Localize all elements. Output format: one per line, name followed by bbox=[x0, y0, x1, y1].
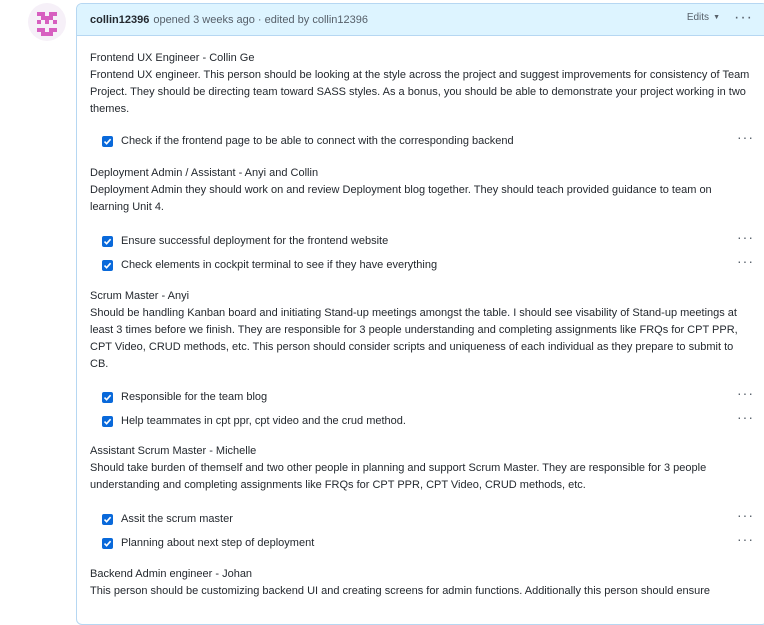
kebab-horizontal-icon[interactable]: ··· bbox=[734, 9, 753, 27]
task-list-item: Check elements in cockpit terminal to se… bbox=[102, 253, 753, 274]
role-title: Backend Admin engineer - Johan bbox=[90, 568, 253, 580]
role-description: Frontend UX engineer. This person should… bbox=[90, 69, 750, 115]
task-list-item: Check if the frontend page to be able to… bbox=[102, 129, 753, 150]
role-section: Assistant Scrum Master - Michelle Should … bbox=[90, 443, 750, 494]
role-title: Scrum Master - Anyi bbox=[90, 290, 190, 302]
task-label: Planning about next step of deployment bbox=[121, 536, 315, 549]
task-checkbox[interactable] bbox=[102, 415, 113, 427]
role-title: Assistant Scrum Master - Michelle bbox=[90, 445, 257, 457]
role-description: Should take burden of themself and two o… bbox=[90, 462, 707, 491]
role-description: Should be handling Kanban board and init… bbox=[90, 307, 738, 370]
comment-meta: opened 3 weeks ago · edited by collin123… bbox=[153, 13, 368, 26]
task-checkbox[interactable] bbox=[102, 235, 113, 247]
kebab-horizontal-icon[interactable]: ··· bbox=[737, 385, 754, 402]
kebab-horizontal-icon[interactable]: ··· bbox=[737, 229, 754, 246]
task-label: Help teammates in cpt ppr, cpt video and… bbox=[121, 414, 406, 427]
edits-label: Edits bbox=[686, 12, 710, 23]
issue-comment: collin12396 opened 3 weeks ago · edited … bbox=[76, 3, 764, 625]
kebab-horizontal-icon[interactable]: ··· bbox=[737, 129, 754, 146]
kebab-horizontal-icon[interactable]: ··· bbox=[737, 409, 754, 426]
task-label: Assit the scrum master bbox=[121, 512, 233, 525]
kebab-horizontal-icon[interactable]: ··· bbox=[737, 507, 754, 524]
task-label: Responsible for the team blog bbox=[121, 390, 268, 403]
task-checkbox[interactable] bbox=[102, 537, 113, 549]
task-list-item: Help teammates in cpt ppr, cpt video and… bbox=[102, 409, 753, 430]
task-list-item: Planning about next step of deployment ··… bbox=[102, 531, 753, 552]
task-label: Check elements in cockpit terminal to se… bbox=[121, 258, 438, 271]
role-section: Deployment Admin / Assistant - Anyi and … bbox=[90, 165, 750, 216]
role-section: Scrum Master - Anyi Should be handling Ka… bbox=[90, 288, 750, 373]
task-label: Ensure successful deployment for the fro… bbox=[121, 234, 389, 247]
role-section: Frontend UX Engineer - Collin Ge Frontend… bbox=[90, 50, 750, 118]
task-list-item: Assit the scrum master ··· bbox=[102, 507, 753, 528]
task-checkbox[interactable] bbox=[102, 135, 113, 147]
author-link[interactable]: collin12396 bbox=[90, 14, 149, 26]
role-title: Deployment Admin / Assistant - Anyi and … bbox=[90, 167, 319, 179]
avatar[interactable] bbox=[28, 3, 66, 41]
role-section: Backend Admin engineer - Johan This perso… bbox=[90, 566, 750, 600]
role-description: This person should be customizing backen… bbox=[90, 585, 711, 597]
task-list-item: Ensure successful deployment for the fro… bbox=[102, 229, 753, 250]
task-checkbox[interactable] bbox=[102, 513, 113, 525]
kebab-horizontal-icon[interactable]: ··· bbox=[737, 531, 754, 548]
kebab-horizontal-icon[interactable]: ··· bbox=[737, 253, 754, 270]
chevron-down-icon: ▼ bbox=[713, 14, 720, 21]
task-checkbox[interactable] bbox=[102, 391, 113, 403]
role-title: Frontend UX Engineer - Collin Ge bbox=[90, 52, 255, 64]
comment-header: collin12396 opened 3 weeks ago · edited … bbox=[77, 4, 764, 36]
task-checkbox[interactable] bbox=[102, 259, 113, 271]
task-list-item: Responsible for the team blog ··· bbox=[102, 385, 753, 406]
edits-dropdown[interactable]: Edits ▼ bbox=[687, 12, 720, 23]
role-description: Deployment Admin they should work on and… bbox=[90, 184, 712, 213]
task-label: Check if the frontend page to be able to… bbox=[121, 134, 514, 147]
